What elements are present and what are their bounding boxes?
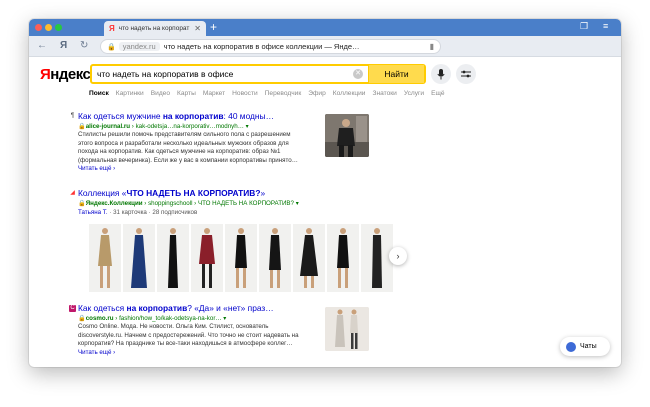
- minimize-window-button[interactable]: [45, 24, 52, 31]
- gallery-image[interactable]: [89, 224, 121, 292]
- close-window-button[interactable]: [35, 24, 42, 31]
- url-page-title: что надеть на корпоратив в офисе коллекц…: [163, 42, 360, 51]
- result-title-link[interactable]: Как одеться на корпоратив? «Да» и «нет» …: [78, 303, 318, 314]
- tab-efir[interactable]: Эфир: [308, 90, 326, 102]
- microphone-icon: [437, 68, 445, 79]
- gallery-image[interactable]: [191, 224, 223, 292]
- chevron-right-icon: ›: [396, 251, 400, 261]
- search-result: ¶ Как одеться мужчине на корпоратив: 40 …: [71, 111, 318, 174]
- tab-maps[interactable]: Карты: [177, 90, 196, 102]
- bookmark-icon[interactable]: ▮: [430, 42, 434, 51]
- search-service-tabs: Поиск Картинки Видео Карты Маркет Новост…: [89, 90, 445, 102]
- yandex-home-icon[interactable]: Я: [60, 40, 67, 51]
- tab-close-icon[interactable]: ✕: [194, 24, 201, 33]
- read-more-link[interactable]: Читать ещё ›: [78, 165, 115, 172]
- url-field[interactable]: 🔒 yandex.ru что надеть на корпоратив в о…: [100, 39, 441, 54]
- tab-search[interactable]: Поиск: [89, 90, 109, 102]
- gallery-next-button[interactable]: ›: [389, 247, 407, 265]
- yandex-favicon-icon: Я: [109, 24, 115, 33]
- tab-translate[interactable]: Переводчик: [265, 90, 302, 102]
- collection-result: ◢ Коллекция «ЧТО НАДЕТЬ НА КОРПОРАТИВ?» …: [70, 188, 378, 217]
- tab-collections[interactable]: Коллекции: [333, 90, 366, 102]
- man-in-suit-photo: [325, 114, 369, 157]
- gallery-image[interactable]: [327, 224, 359, 292]
- gallery-image[interactable]: [157, 224, 189, 292]
- read-more-link[interactable]: Читать ещё ›: [78, 349, 115, 356]
- back-arrow-icon[interactable]: ←: [37, 40, 47, 51]
- result-title-link[interactable]: Как одеться мужчине на корпоратив: 40 мо…: [78, 111, 318, 122]
- search-input[interactable]: что надеть на корпоратив в офисе: [92, 69, 353, 79]
- chat-bubble-icon: [566, 341, 576, 352]
- alice-journal-favicon-icon: ¶: [70, 113, 75, 119]
- yandex-logo[interactable]: Яндекс: [40, 66, 91, 83]
- reload-icon[interactable]: ↻: [80, 40, 88, 51]
- gallery-image[interactable]: [225, 224, 257, 292]
- tab-services[interactable]: Услуги: [404, 90, 424, 102]
- new-tab-button[interactable]: +: [210, 20, 217, 34]
- gallery-image[interactable]: [293, 224, 325, 292]
- window-tabs-icon[interactable]: ❐: [580, 21, 588, 32]
- collections-favicon-icon: ◢: [70, 190, 75, 196]
- tab-images[interactable]: Картинки: [116, 90, 144, 102]
- result-snippet: Стилисты решили помочь представителям си…: [78, 131, 298, 172]
- author-link[interactable]: Татьяна Т.: [78, 209, 108, 216]
- lock-icon: 🔒: [78, 200, 86, 207]
- menu-icon[interactable]: ≡: [603, 21, 608, 31]
- tab-more[interactable]: Ещё: [431, 90, 445, 102]
- tab-video[interactable]: Видео: [151, 90, 170, 102]
- maximize-window-button[interactable]: [55, 24, 62, 31]
- browser-window: Я что надеть на корпорат ✕ + ❐ ≡ ← Я ↻ 🔒…: [29, 19, 621, 367]
- gallery-image[interactable]: [259, 224, 291, 292]
- sliders-icon: [461, 70, 471, 78]
- gallery-image[interactable]: [361, 224, 393, 292]
- lock-icon: 🔒: [107, 43, 116, 51]
- url-domain: yandex.ru: [118, 42, 160, 51]
- collection-gallery: [89, 224, 393, 292]
- result-url[interactable]: 🔒Яндекс.Коллекции › shoppingschooll › ЧТ…: [78, 199, 378, 208]
- tab-title: что надеть на корпорат: [118, 25, 190, 32]
- tab-znatoki[interactable]: Знатоки: [373, 90, 397, 102]
- collection-meta: Татьяна Т. · 31 карточка · 28 подписчико…: [78, 209, 198, 216]
- find-button[interactable]: Найти: [368, 65, 424, 83]
- result-thumbnail[interactable]: [325, 114, 369, 157]
- cosmo-favicon-icon: C: [69, 305, 76, 312]
- tab-bar: Я что надеть на корпорат ✕ + ❐ ≡: [29, 19, 621, 36]
- search-result: C Как одеться на корпоратив? «Да» и «нет…: [69, 303, 318, 357]
- search-header: Яндекс что надеть на корпоратив в офисе …: [29, 57, 621, 92]
- clear-search-icon[interactable]: ✕: [353, 69, 363, 79]
- chats-label: Чаты: [580, 343, 597, 350]
- address-bar: ← Я ↻ 🔒 yandex.ru что надеть на корпорат…: [29, 36, 621, 57]
- voice-search-button[interactable]: [431, 64, 451, 84]
- result-url[interactable]: 🔒alice-journal.ru › kak-odetsja…na-korpo…: [78, 122, 318, 131]
- lock-icon: 🔒: [78, 123, 86, 130]
- result-thumbnail[interactable]: [325, 307, 369, 351]
- lock-icon: 🔒: [78, 315, 86, 322]
- result-snippet: Cosmo Online. Мода. Не новости. Ольга Ки…: [78, 323, 299, 356]
- tab-news[interactable]: Новости: [232, 90, 258, 102]
- tab-market[interactable]: Маркет: [203, 90, 225, 102]
- browser-tab[interactable]: Я что надеть на корпорат ✕: [104, 21, 206, 36]
- result-title-link[interactable]: Коллекция «ЧТО НАДЕТЬ НА КОРПОРАТИВ?»: [78, 188, 378, 199]
- gallery-image[interactable]: [123, 224, 155, 292]
- search-box: что надеть на корпоратив в офисе ✕ Найти: [90, 64, 426, 84]
- result-url[interactable]: 🔒cosmo.ru › fashion/how_to/kak-odetsya-n…: [78, 314, 318, 323]
- women-outfits-photo: [325, 307, 369, 351]
- search-settings-button[interactable]: [456, 64, 476, 84]
- chats-button[interactable]: Чаты: [560, 337, 610, 356]
